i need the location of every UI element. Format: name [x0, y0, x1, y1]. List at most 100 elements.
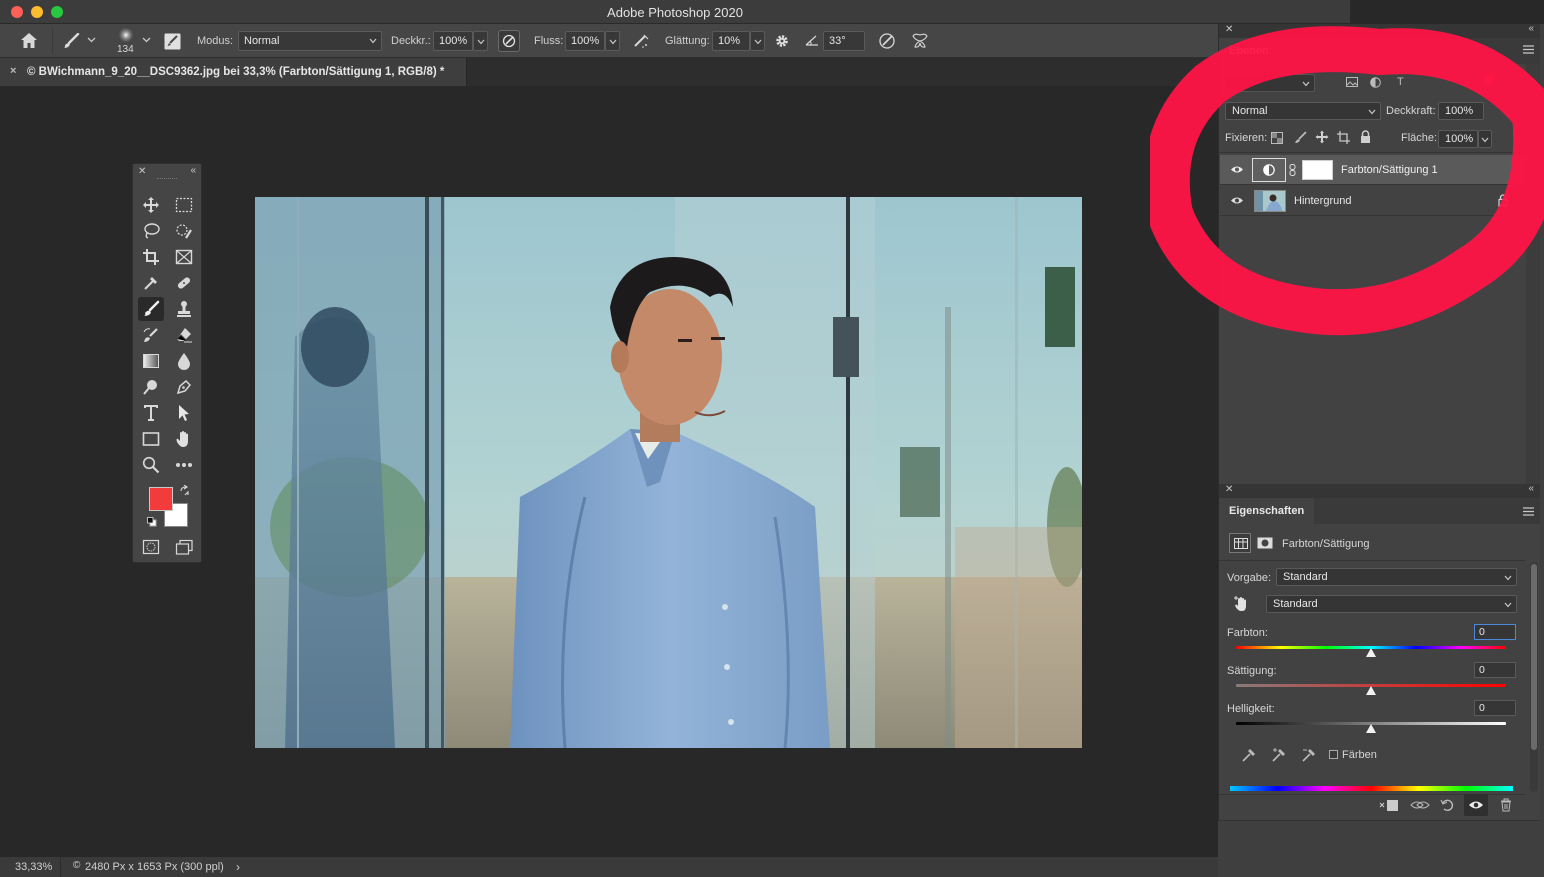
symmetry-icon[interactable] [911, 32, 929, 50]
view-previous-state-icon[interactable] [1410, 799, 1430, 811]
rectangle-tool-icon[interactable] [138, 427, 164, 451]
close-icon[interactable]: ✕ [1225, 24, 1233, 35]
default-colors-icon[interactable] [147, 517, 157, 527]
marquee-tool-icon[interactable] [171, 193, 197, 217]
dodge-tool-icon[interactable] [138, 375, 164, 399]
colorize-checkbox[interactable] [1329, 750, 1338, 759]
lock-position-icon[interactable] [1315, 130, 1329, 144]
collapse-icon[interactable]: « [1528, 23, 1534, 34]
eyedropper-icon[interactable] [1241, 747, 1257, 763]
status-menu-arrow[interactable]: › [236, 860, 240, 874]
filter-image-icon[interactable] [1346, 77, 1358, 87]
home-icon[interactable] [20, 32, 38, 49]
lock-all-icon[interactable] [1360, 130, 1371, 144]
mask-icon[interactable] [1257, 537, 1273, 549]
chevron-down-icon[interactable] [87, 37, 96, 43]
hue-slider-thumb[interactable] [1366, 648, 1376, 657]
collapse-icon[interactable]: « [1528, 483, 1534, 494]
close-tab-icon[interactable]: × [10, 65, 16, 77]
lightness-value-field[interactable]: 0 [1474, 700, 1516, 716]
airbrush-icon[interactable] [632, 33, 650, 49]
brush-preset-icon[interactable] [62, 33, 80, 49]
frame-tool-icon[interactable] [171, 245, 197, 269]
flow-dropdown[interactable] [605, 31, 620, 51]
opacity-field[interactable]: 100% [1438, 102, 1484, 120]
chevron-down-icon[interactable] [142, 37, 151, 43]
quick-mask-icon[interactable] [138, 535, 164, 559]
eye-icon[interactable] [1230, 165, 1244, 174]
tab-layers[interactable]: Ebenen [1219, 38, 1279, 64]
pressure-size-icon[interactable] [878, 32, 896, 50]
close-icon[interactable]: ✕ [138, 166, 146, 177]
flow-field[interactable]: 100% [565, 31, 605, 51]
zoom-tool-icon[interactable] [138, 453, 164, 477]
gear-icon[interactable] [774, 33, 790, 49]
saturation-value-field[interactable]: 0 [1474, 662, 1516, 678]
pressure-opacity-icon[interactable] [498, 30, 520, 52]
move-tool-icon[interactable] [138, 193, 164, 217]
healing-brush-tool-icon[interactable] [171, 271, 197, 295]
filter-adjustment-icon[interactable] [1370, 77, 1381, 88]
clip-to-layer-icon[interactable] [1379, 799, 1399, 812]
blur-tool-icon[interactable] [171, 349, 197, 373]
crop-tool-icon[interactable] [138, 245, 164, 269]
layer-filter-kind[interactable] [1225, 74, 1315, 92]
filter-type-icon[interactable]: T [1397, 76, 1404, 88]
history-brush-tool-icon[interactable] [138, 323, 164, 347]
brush-tool-icon[interactable] [138, 297, 164, 321]
channel-select[interactable]: Standard [1266, 595, 1517, 613]
brush-settings-icon[interactable] [164, 33, 181, 50]
fill-field[interactable]: 100% [1438, 130, 1478, 148]
path-selection-tool-icon[interactable] [171, 401, 197, 425]
layer-name[interactable]: Farbton/Sättigung 1 [1341, 164, 1438, 176]
layer-row[interactable]: Hintergrund [1220, 186, 1526, 216]
panel-menu-icon[interactable] [1523, 507, 1534, 516]
filter-toggle-icon[interactable] [1484, 74, 1494, 84]
eraser-tool-icon[interactable] [171, 323, 197, 347]
trash-icon[interactable] [1500, 798, 1512, 812]
toggle-visibility-button[interactable] [1464, 794, 1488, 816]
lock-transparency-icon[interactable] [1271, 132, 1283, 144]
quick-selection-tool-icon[interactable] [171, 219, 197, 243]
smoothing-dropdown[interactable] [750, 31, 765, 51]
opacity-dropdown[interactable] [473, 31, 488, 51]
opacity-field[interactable]: 100% [433, 31, 473, 51]
smoothing-field[interactable]: 10% [712, 31, 750, 51]
swap-colors-icon[interactable] [179, 485, 190, 496]
mode-select[interactable]: Normal [238, 31, 382, 51]
type-tool-icon[interactable] [138, 401, 164, 425]
collapse-icon[interactable]: « [190, 165, 196, 176]
target-adjustment-hand-icon[interactable] [1233, 595, 1251, 613]
close-icon[interactable]: ✕ [1225, 484, 1233, 495]
scrollbar[interactable] [1530, 562, 1538, 792]
panel-menu-icon[interactable] [1523, 45, 1534, 54]
document-image[interactable] [255, 197, 1082, 748]
adjustment-icon[interactable] [1229, 533, 1251, 553]
screen-mode-icon[interactable] [171, 535, 197, 559]
layer-name[interactable]: Hintergrund [1294, 195, 1351, 207]
saturation-slider-thumb[interactable] [1366, 686, 1376, 695]
clone-stamp-tool-icon[interactable] [171, 297, 197, 321]
foreground-color-swatch[interactable] [149, 487, 173, 511]
eyedropper-subtract-icon[interactable] [1301, 747, 1317, 763]
blend-mode-select[interactable]: Normal [1225, 102, 1381, 120]
brush-size-icon[interactable] [118, 27, 134, 43]
gradient-tool-icon[interactable] [138, 349, 164, 373]
hand-tool-icon[interactable] [171, 427, 197, 451]
angle-field[interactable]: 33° [823, 31, 865, 51]
eyedropper-add-icon[interactable] [1271, 747, 1287, 763]
preset-select[interactable]: Standard [1276, 568, 1517, 586]
document-tab[interactable]: × © BWichmann_9_20__DSC9362.jpg bei 33,3… [0, 58, 467, 86]
layer-row[interactable]: Farbton/Sättigung 1 [1220, 155, 1526, 185]
fill-dropdown[interactable] [1478, 130, 1492, 148]
reset-icon[interactable] [1440, 798, 1454, 812]
lightness-slider-thumb[interactable] [1366, 724, 1376, 733]
more-tools-icon[interactable] [171, 453, 197, 477]
chain-icon[interactable] [1289, 164, 1296, 176]
eye-icon[interactable] [1230, 196, 1244, 205]
tab-properties[interactable]: Eigenschaften [1219, 498, 1315, 524]
lock-artboard-icon[interactable] [1337, 131, 1350, 144]
pen-tool-icon[interactable] [171, 375, 197, 399]
eyedropper-tool-icon[interactable] [138, 271, 164, 295]
hue-value-field[interactable]: 0 [1474, 624, 1516, 640]
